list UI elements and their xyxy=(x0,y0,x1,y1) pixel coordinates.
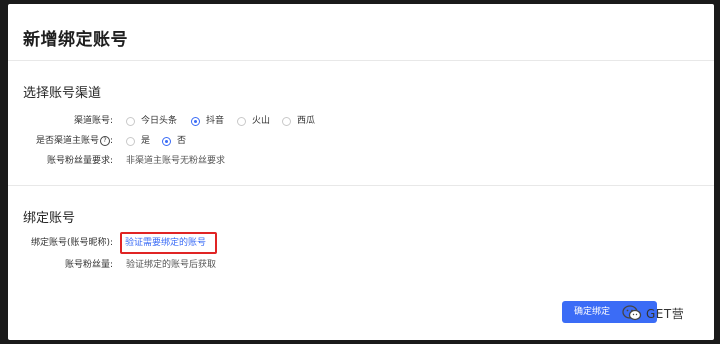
fans-requirement-label: 账号粉丝量要求: xyxy=(46,156,113,166)
bind-account-dialog: 新增绑定账号 选择账号渠道 渠道账号: 今日头条 抖音 火山 西瓜 是否渠道主账… xyxy=(8,4,714,340)
radio-main-no-label: 否 xyxy=(177,136,187,146)
radio-douyin-label: 抖音 xyxy=(206,116,225,126)
fans-count-label: 账号粉丝量: xyxy=(64,260,113,270)
channel-label: 渠道账号: xyxy=(73,116,113,126)
radio-huoshan-label: 火山 xyxy=(252,116,271,126)
radio-douyin-indicator xyxy=(191,116,200,126)
channel-section-title: 选择账号渠道 xyxy=(23,86,102,101)
radio-toutiao-label: 今日头条 xyxy=(141,116,178,126)
radio-douyin[interactable]: 抖音 xyxy=(191,114,224,128)
radio-main-yes-indicator xyxy=(126,136,135,146)
question-icon[interactable]: ? xyxy=(99,135,110,146)
radio-main-yes[interactable]: 是 xyxy=(126,134,150,148)
bind-account-label: 绑定账号(账号昵称): xyxy=(30,238,113,248)
header-divider xyxy=(8,60,714,61)
radio-main-no-indicator xyxy=(162,136,171,146)
bind-section-title: 绑定账号 xyxy=(23,211,76,226)
wechat-icon xyxy=(622,305,642,321)
fans-count-value: 验证绑定的账号后获取 xyxy=(126,260,217,270)
radio-huoshan-indicator xyxy=(237,116,246,126)
radio-toutiao-indicator xyxy=(126,116,135,126)
radio-main-no[interactable]: 否 xyxy=(162,134,186,148)
watermark: GET营 xyxy=(622,302,684,324)
radio-xigua[interactable]: 西瓜 xyxy=(282,114,315,128)
main-account-label: 是否渠道主账号?: xyxy=(35,135,113,146)
verify-account-link[interactable]: 验证需要绑定的账号 xyxy=(125,236,206,250)
page-title: 新增绑定账号 xyxy=(23,30,128,50)
radio-toutiao[interactable]: 今日头条 xyxy=(126,114,177,128)
watermark-text: GET营 xyxy=(646,306,685,321)
main-account-label-text: 是否渠道主账号 xyxy=(35,136,99,146)
fans-requirement-value: 非渠道主账号无粉丝要求 xyxy=(126,156,226,166)
radio-huoshan[interactable]: 火山 xyxy=(237,114,270,128)
radio-xigua-indicator xyxy=(282,116,291,126)
radio-main-yes-label: 是 xyxy=(141,136,151,146)
section-divider xyxy=(8,185,714,186)
radio-xigua-label: 西瓜 xyxy=(297,116,316,126)
